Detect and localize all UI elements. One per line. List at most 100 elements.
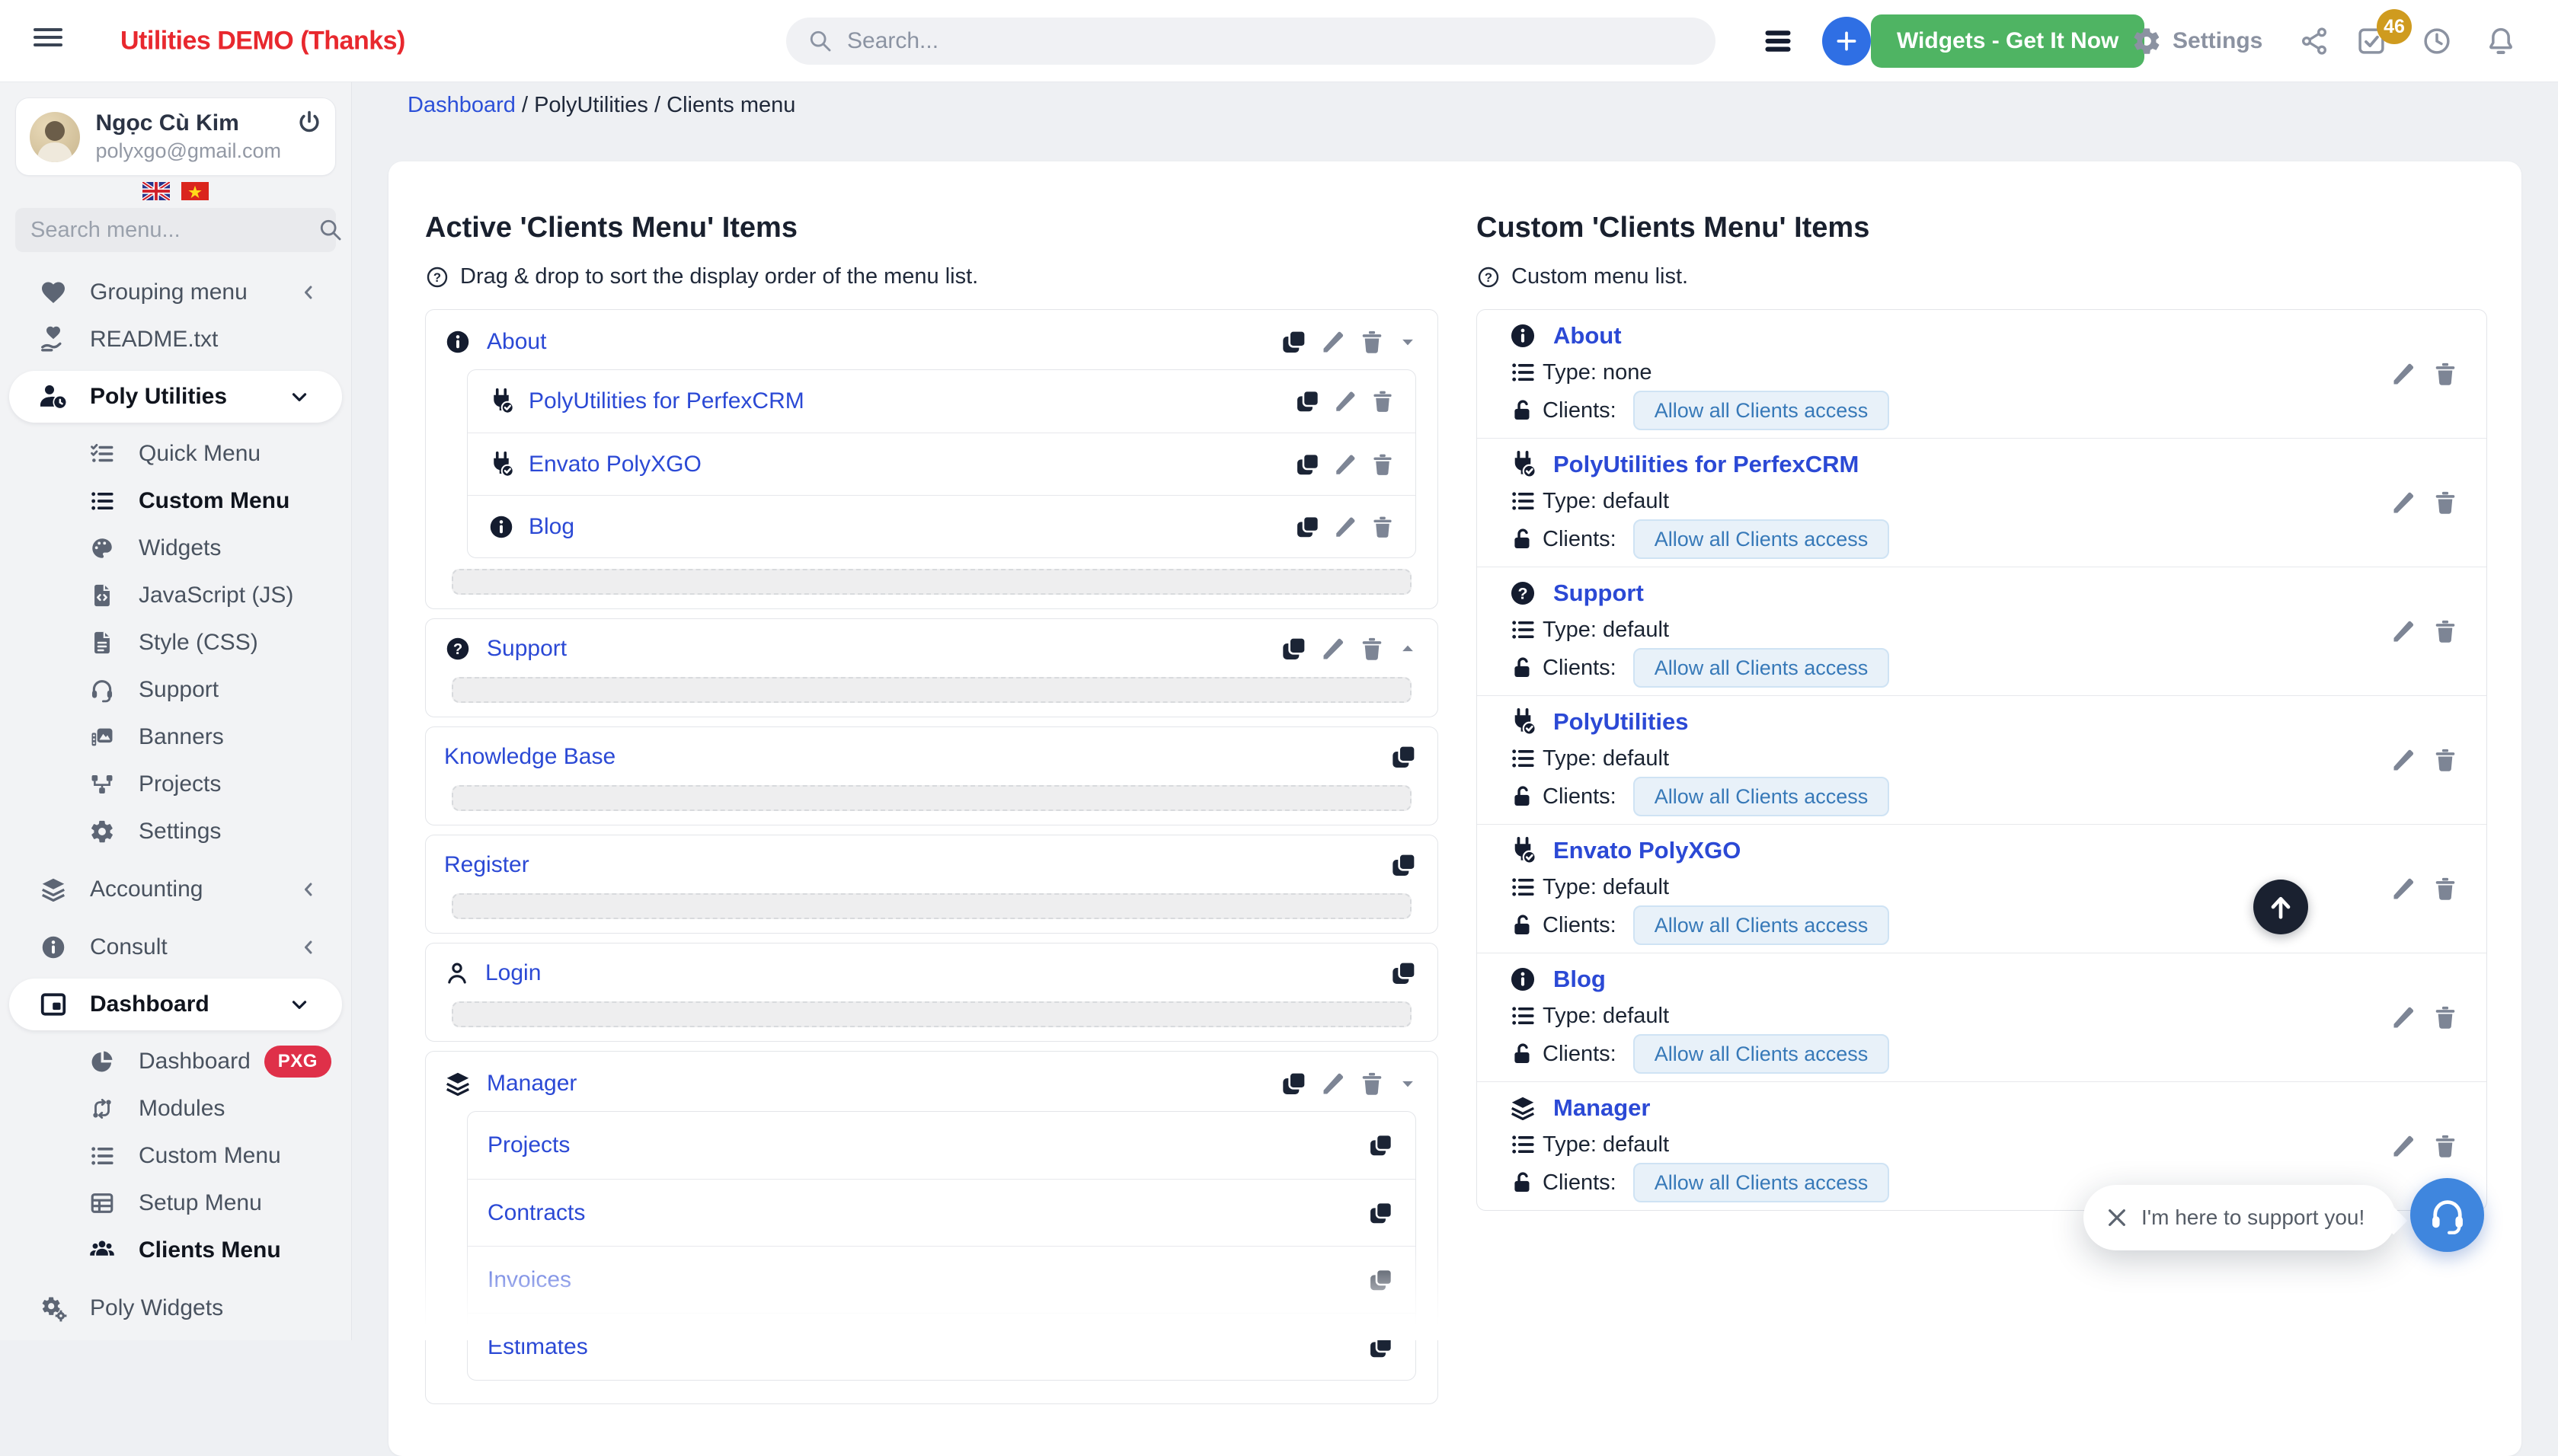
copy-icon[interactable] (1367, 1333, 1396, 1362)
allow-all-clients-button[interactable]: Allow all Clients access (1633, 391, 1890, 430)
sidebar-item-widgets[interactable]: Widgets (0, 525, 351, 572)
trash-icon[interactable] (1370, 388, 1396, 414)
copy-icon[interactable] (1389, 850, 1419, 880)
allow-all-clients-button[interactable]: Allow all Clients access (1633, 777, 1890, 816)
edit-pencil-icon[interactable] (2390, 489, 2418, 516)
allow-all-clients-button[interactable]: Allow all Clients access (1633, 1034, 1890, 1074)
sidebar-item-dashboard[interactable]: Dashboard PXG (0, 1038, 351, 1085)
drag-drop-zone[interactable] (452, 677, 1412, 703)
caret-down-icon[interactable] (1396, 330, 1419, 353)
trash-icon[interactable] (1358, 1070, 1386, 1097)
share-button[interactable] (2299, 0, 2329, 82)
sidebar-item-projects[interactable]: Projects (0, 761, 351, 808)
support-chat-button[interactable] (2410, 1178, 2484, 1252)
flag-vietnam-icon[interactable] (181, 182, 209, 200)
sidebar-item-grouping-menu[interactable]: Grouping menu (0, 269, 351, 316)
trash-icon[interactable] (1358, 328, 1386, 356)
trash-icon[interactable] (2432, 1004, 2459, 1031)
global-search[interactable] (786, 18, 1715, 65)
group-knowledge-base-link[interactable]: Knowledge Base (444, 744, 616, 770)
sidebar-item-javascript[interactable]: JavaScript (JS) (0, 572, 351, 619)
breadcrumb-dashboard-link[interactable]: Dashboard (408, 93, 516, 117)
copy-icon[interactable] (1367, 1131, 1396, 1160)
group-about-link[interactable]: About (487, 329, 546, 355)
sidebar-item-setup-menu[interactable]: Setup Menu (0, 1180, 351, 1227)
allow-all-clients-button[interactable]: Allow all Clients access (1633, 1163, 1890, 1202)
copy-icon[interactable] (1367, 1199, 1396, 1228)
edit-pencil-icon[interactable] (2390, 618, 2418, 645)
edit-pencil-icon[interactable] (2390, 875, 2418, 902)
sidebar-item-custom-menu-2[interactable]: Custom Menu (0, 1132, 351, 1180)
copy-icon[interactable] (1389, 958, 1419, 988)
trash-icon[interactable] (2432, 875, 2459, 902)
sidebar-item-poly-utilities[interactable]: Poly Utilities (9, 371, 342, 423)
timers-button[interactable] (2421, 0, 2453, 82)
edit-pencil-icon[interactable] (1333, 514, 1359, 540)
sidebar-item-banners[interactable]: Banners (0, 714, 351, 761)
edit-pencil-icon[interactable] (2390, 360, 2418, 388)
edit-pencil-icon[interactable] (1320, 635, 1348, 663)
sidebar-item-consult[interactable]: Consult (0, 924, 351, 971)
sidebar-item-style-css[interactable]: Style (CSS) (0, 619, 351, 666)
settings-menu[interactable]: Settings (2131, 0, 2262, 82)
copy-icon[interactable] (1293, 387, 1322, 416)
trash-icon[interactable] (1370, 452, 1396, 477)
drag-drop-zone[interactable] (452, 569, 1412, 595)
sidebar-item-quick-menu[interactable]: Quick Menu (0, 430, 351, 477)
copy-icon[interactable] (1293, 512, 1322, 541)
avatar[interactable] (30, 112, 80, 162)
drag-drop-zone[interactable] (452, 1001, 1412, 1027)
caret-down-icon[interactable] (1396, 1072, 1419, 1095)
allow-all-clients-button[interactable]: Allow all Clients access (1633, 905, 1890, 945)
scroll-to-top-button[interactable] (2253, 880, 2308, 934)
close-icon[interactable] (2105, 1205, 2129, 1230)
copy-icon[interactable] (1279, 327, 1309, 357)
sidebar-item-custom-menu[interactable]: Custom Menu (0, 477, 351, 525)
trash-icon[interactable] (2432, 618, 2459, 645)
sidebar-item-modules[interactable]: Modules (0, 1085, 351, 1132)
edit-pencil-icon[interactable] (1320, 1070, 1348, 1097)
group-login-link[interactable]: Login (485, 960, 541, 986)
sidebar-item-poly-widgets[interactable]: Poly Widgets (0, 1285, 351, 1332)
edit-pencil-icon[interactable] (2390, 746, 2418, 774)
copy-icon[interactable] (1279, 634, 1309, 664)
edit-pencil-icon[interactable] (1320, 328, 1348, 356)
global-search-input[interactable] (847, 28, 1609, 54)
sidebar-item-support[interactable]: Support (0, 666, 351, 714)
trash-icon[interactable] (1358, 635, 1386, 663)
trash-icon[interactable] (1370, 514, 1396, 540)
notifications-button[interactable] (2485, 0, 2517, 82)
copy-icon[interactable] (1293, 450, 1322, 479)
sidebar-toggle-hamburger-icon[interactable] (34, 28, 62, 51)
quick-actions-menu-icon[interactable] (1761, 24, 1795, 58)
sidebar-item-readme[interactable]: README.txt (0, 316, 351, 363)
trash-icon[interactable] (2432, 746, 2459, 774)
drag-drop-zone[interactable] (452, 785, 1412, 811)
edit-pencil-icon[interactable] (1333, 388, 1359, 414)
group-register-link[interactable]: Register (444, 852, 529, 878)
trash-icon[interactable] (2432, 1132, 2459, 1160)
sidebar-item-dashboard-group[interactable]: Dashboard (9, 979, 342, 1030)
drag-drop-zone[interactable] (452, 893, 1412, 919)
allow-all-clients-button[interactable]: Allow all Clients access (1633, 648, 1890, 688)
edit-pencil-icon[interactable] (2390, 1132, 2418, 1160)
widgets-get-it-now-button[interactable]: Widgets - Get It Now (1871, 14, 2144, 68)
sidebar-item-clients-menu[interactable]: Clients Menu (0, 1227, 351, 1274)
group-manager-link[interactable]: Manager (487, 1071, 577, 1097)
sidebar-menu-search[interactable] (15, 208, 336, 252)
edit-pencil-icon[interactable] (1333, 452, 1359, 477)
trash-icon[interactable] (2432, 489, 2459, 516)
copy-icon[interactable] (1279, 1068, 1309, 1099)
sidebar-item-accounting[interactable]: Accounting (0, 866, 351, 913)
copy-icon[interactable] (1389, 742, 1419, 772)
flag-uk-icon[interactable] (142, 182, 170, 200)
allow-all-clients-button[interactable]: Allow all Clients access (1633, 519, 1890, 559)
caret-up-icon[interactable] (1396, 637, 1419, 660)
trash-icon[interactable] (2432, 360, 2459, 388)
edit-pencil-icon[interactable] (2390, 1004, 2418, 1031)
sidebar-item-settings[interactable]: Settings (0, 808, 351, 855)
menu-search-input[interactable] (30, 218, 318, 243)
group-support-link[interactable]: Support (487, 636, 567, 662)
logout-power-icon[interactable] (296, 109, 323, 136)
quick-add-button[interactable] (1822, 17, 1871, 65)
